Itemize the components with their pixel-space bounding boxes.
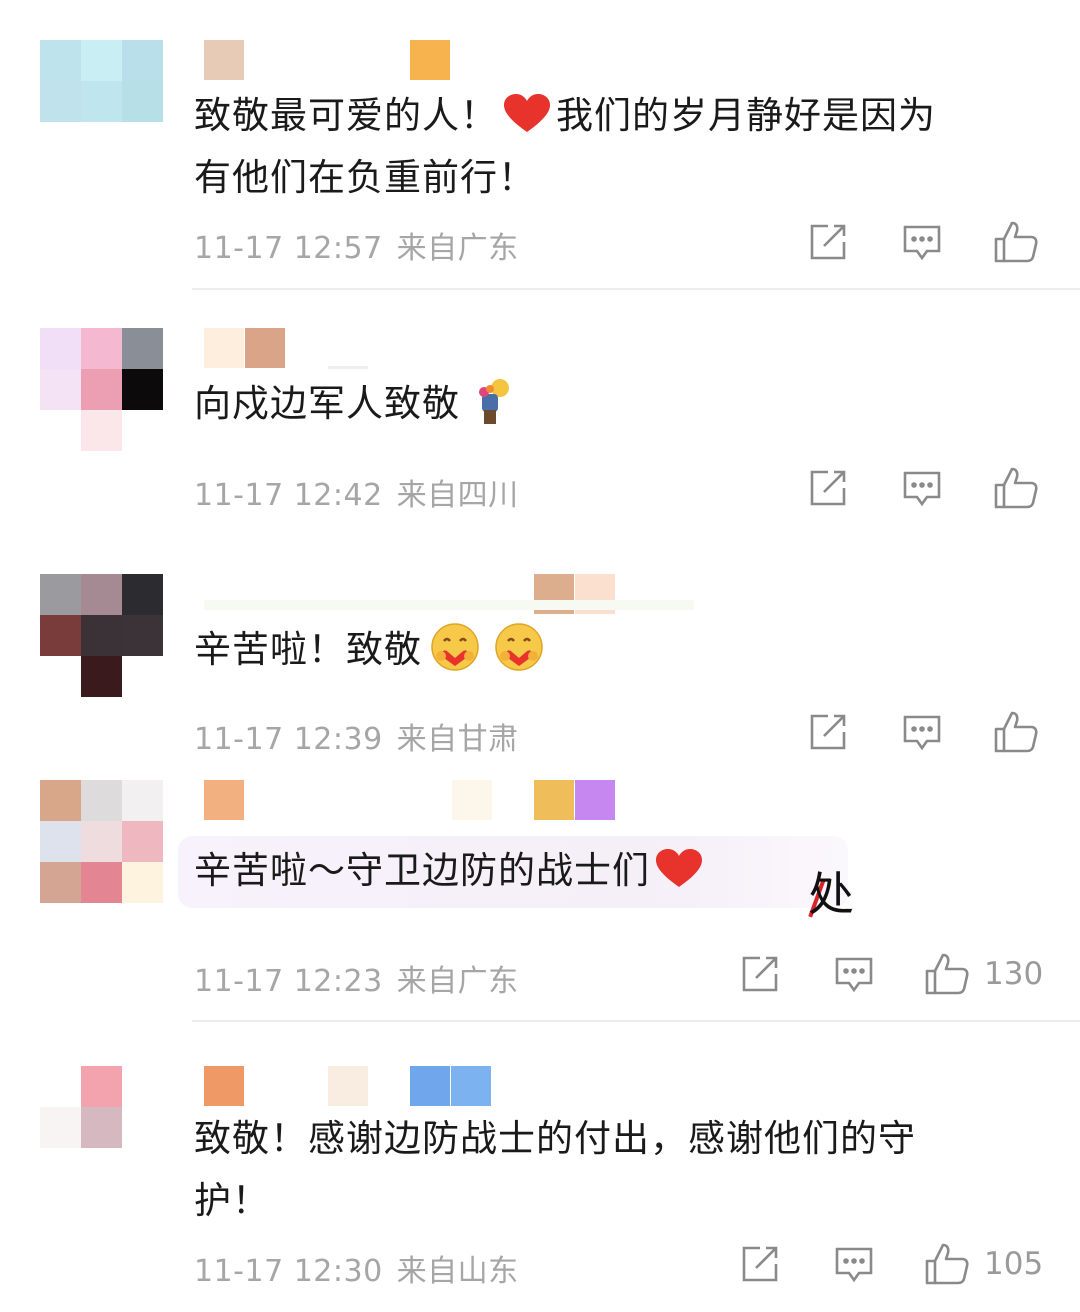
comment-date: 11-17 12:23 — [194, 964, 383, 999]
thumbs-up-icon[interactable] — [993, 466, 1039, 510]
thumbs-up-icon[interactable] — [924, 952, 970, 996]
comment-item: 向戍边军人致敬 11-17 12:42 来自四川 — [0, 328, 1080, 528]
username[interactable] — [204, 780, 724, 820]
comment-date: 11-17 12:39 — [194, 722, 383, 757]
comment-location: 来自广东 — [396, 964, 519, 999]
comment-location: 来自山东 — [396, 1254, 519, 1289]
comment-text: 致敬！感谢边防战士的付出，感谢他们的守 护！ — [194, 1117, 916, 1222]
comment-location: 来自四川 — [396, 478, 519, 513]
comment-date: 11-17 12:57 — [194, 231, 383, 266]
avatar[interactable] — [40, 1066, 164, 1190]
comment-item: 致敬！感谢边防战士的付出，感谢他们的守 护！ 11-17 12:30 来自山东 1… — [0, 1066, 1080, 1312]
share-icon[interactable] — [808, 712, 848, 752]
comment-text: 辛苦啦！致敬 — [194, 619, 544, 681]
username[interactable] — [204, 40, 724, 80]
comment-location: 来自广东 — [396, 231, 519, 266]
comment-meta: 11-17 12:57 来自广东 — [194, 223, 519, 267]
handwritten-character: 处 — [808, 867, 854, 921]
like-count: 130 — [984, 956, 1044, 992]
comment-icon[interactable] — [902, 470, 942, 508]
comment-text: 辛苦啦～守卫边防的战士们 — [194, 840, 708, 902]
username[interactable] — [204, 574, 724, 614]
share-icon[interactable] — [808, 468, 848, 508]
thumbs-up-icon[interactable] — [993, 220, 1039, 264]
username[interactable] — [204, 1066, 724, 1106]
avatar[interactable] — [40, 40, 164, 164]
comment-text: 向戍边军人致敬 — [194, 373, 518, 435]
red-heart-emoji — [656, 849, 702, 887]
thumbs-up-icon[interactable] — [993, 710, 1039, 754]
avatar[interactable] — [40, 574, 164, 698]
comment-date: 11-17 12:30 — [194, 1254, 383, 1289]
comment-icon[interactable] — [902, 714, 942, 752]
divider — [192, 288, 1080, 290]
divider — [192, 1020, 1080, 1022]
comment-meta: 11-17 12:30 来自山东 — [194, 1246, 519, 1290]
share-icon[interactable] — [740, 1244, 780, 1284]
comment-icon[interactable] — [834, 1246, 874, 1284]
avatar[interactable] — [40, 780, 164, 904]
red-heart-emoji — [504, 94, 550, 132]
like-count: 105 — [984, 1246, 1044, 1282]
hugging-face-emoji — [431, 623, 479, 671]
comment-item: 致敬最可爱的人！ 我们的岁月静好是因为 有他们在负重前行！ 11-17 12:57… — [0, 40, 1080, 300]
thumbs-up-icon[interactable] — [924, 1242, 970, 1286]
username[interactable] — [204, 328, 724, 369]
comment-date: 11-17 12:42 — [194, 478, 383, 513]
comment-icon[interactable] — [902, 224, 942, 262]
comment-item: 辛苦啦！致敬 11-17 12:39 来自甘肃 — [0, 574, 1080, 774]
comment-location: 来自甘肃 — [396, 722, 519, 757]
share-icon[interactable] — [808, 222, 848, 262]
comment-meta: 11-17 12:42 来自四川 — [194, 470, 519, 514]
person-with-flowers-emoji — [479, 379, 509, 424]
comment-icon[interactable] — [834, 956, 874, 994]
hugging-face-emoji — [495, 623, 543, 671]
comment-text: 致敬最可爱的人！ 我们的岁月静好是因为 有他们在负重前行！ — [194, 94, 936, 199]
avatar[interactable] — [40, 328, 164, 452]
comment-item: 辛苦啦～守卫边防的战士们 处 11-17 12:23 来自广东 130 — [0, 780, 1080, 1010]
share-icon[interactable] — [740, 954, 780, 994]
comment-meta: 11-17 12:23 来自广东 — [194, 956, 519, 1000]
comment-meta: 11-17 12:39 来自甘肃 — [194, 714, 519, 758]
